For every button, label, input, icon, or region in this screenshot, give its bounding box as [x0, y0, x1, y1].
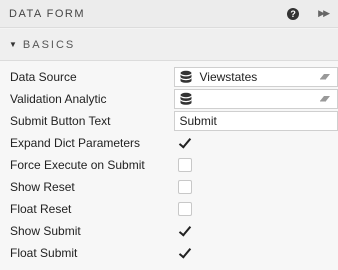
- show-reset-checkbox[interactable]: [178, 180, 192, 194]
- row-data-source: Data Source Viewstates: [0, 66, 338, 88]
- float-submit-checkbox[interactable]: [178, 245, 192, 260]
- validation-analytic-label: Validation Analytic: [10, 92, 107, 106]
- section-header-basics[interactable]: ▼ BASICS: [0, 29, 338, 61]
- row-submit-button-text: Submit Button Text Submit: [0, 110, 338, 132]
- data-source-label: Data Source: [10, 70, 77, 84]
- expand-dict-parameters-checkbox[interactable]: [178, 135, 192, 150]
- row-float-submit: Float Submit: [0, 242, 338, 264]
- data-source-value: Viewstates: [199, 70, 258, 84]
- float-submit-label: Float Submit: [10, 246, 78, 260]
- data-source-field[interactable]: Viewstates: [174, 67, 338, 87]
- help-icon[interactable]: ?: [287, 7, 300, 20]
- submit-button-text-label: Submit Button Text: [10, 114, 111, 128]
- float-reset-checkbox[interactable]: [178, 202, 192, 216]
- show-submit-label: Show Submit: [10, 224, 81, 238]
- force-execute-on-submit-checkbox[interactable]: [178, 158, 192, 172]
- row-force-execute-on-submit: Force Execute on Submit: [0, 154, 338, 176]
- show-reset-label: Show Reset: [10, 180, 75, 194]
- checkmark-icon: [178, 245, 192, 259]
- panel-title: DATA FORM: [9, 7, 86, 20]
- double-chevron-right-icon[interactable]: ▶▶: [318, 8, 330, 19]
- float-reset-label: Float Reset: [10, 202, 72, 216]
- row-float-reset: Float Reset: [0, 198, 338, 220]
- checkmark-icon: [178, 135, 192, 149]
- eraser-icon[interactable]: [319, 73, 331, 81]
- row-validation-analytic: Validation Analytic: [0, 88, 338, 110]
- submit-button-text-input[interactable]: Submit: [174, 111, 338, 131]
- validation-analytic-field[interactable]: [174, 89, 338, 109]
- row-expand-dict-parameters: Expand Dict Parameters: [0, 132, 338, 154]
- eraser-icon[interactable]: [319, 95, 331, 103]
- show-submit-checkbox[interactable]: [178, 223, 192, 238]
- section-title: BASICS: [22, 38, 76, 51]
- database-icon: [180, 70, 192, 83]
- force-execute-on-submit-label: Force Execute on Submit: [10, 158, 145, 172]
- caret-down-icon: ▼: [9, 40, 17, 49]
- row-show-submit: Show Submit: [0, 220, 338, 242]
- data-form-panel: DATA FORM ? ▶▶ ▼ BASICS Data Source View…: [0, 0, 338, 270]
- database-icon: [180, 92, 192, 105]
- expand-dict-parameters-label: Expand Dict Parameters: [10, 136, 141, 150]
- row-show-reset: Show Reset: [0, 176, 338, 198]
- panel-header: DATA FORM ? ▶▶: [0, 0, 338, 28]
- property-rows: Data Source Viewstates Validation Analyt…: [0, 61, 338, 270]
- submit-button-text-value: Submit: [179, 114, 217, 128]
- checkmark-icon: [178, 223, 192, 237]
